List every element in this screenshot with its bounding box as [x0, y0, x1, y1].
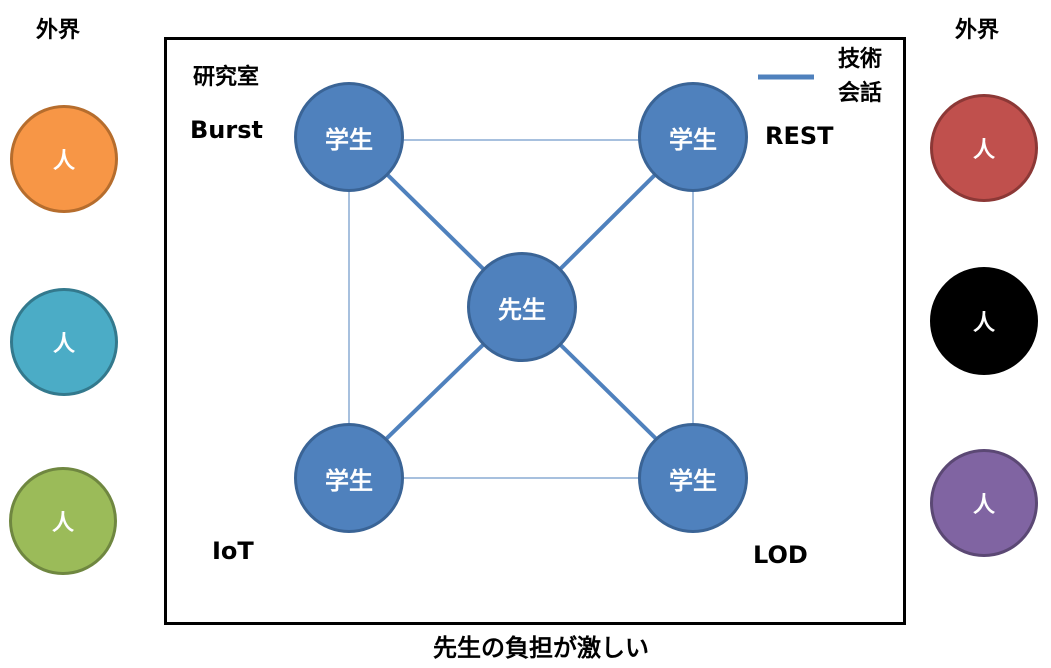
student-node-top-left: 学生: [294, 82, 404, 192]
node-label: 学生: [325, 125, 373, 154]
legend-label-line2: 会話: [838, 81, 883, 106]
node-label: 学生: [669, 125, 717, 154]
student-node-bottom-left: 学生: [294, 423, 404, 533]
corner-label-rest: REST: [765, 122, 834, 150]
legend-label-line1: 技術: [838, 47, 883, 72]
legend-label: 技術 会話: [838, 43, 882, 111]
corner-label-burst: Burst: [190, 116, 263, 144]
node-label: 先生: [498, 295, 546, 324]
student-node-top-right: 学生: [638, 82, 748, 192]
teacher-node: 先生: [467, 252, 577, 362]
node-label: 学生: [669, 466, 717, 495]
corner-label-lod: LOD: [753, 541, 808, 569]
caption-text: 先生の負担が激しい: [433, 634, 649, 662]
student-node-bottom-right: 学生: [638, 423, 748, 533]
node-label: 学生: [325, 466, 373, 495]
room-title: 研究室: [193, 65, 260, 90]
corner-label-iot: IoT: [212, 537, 254, 565]
